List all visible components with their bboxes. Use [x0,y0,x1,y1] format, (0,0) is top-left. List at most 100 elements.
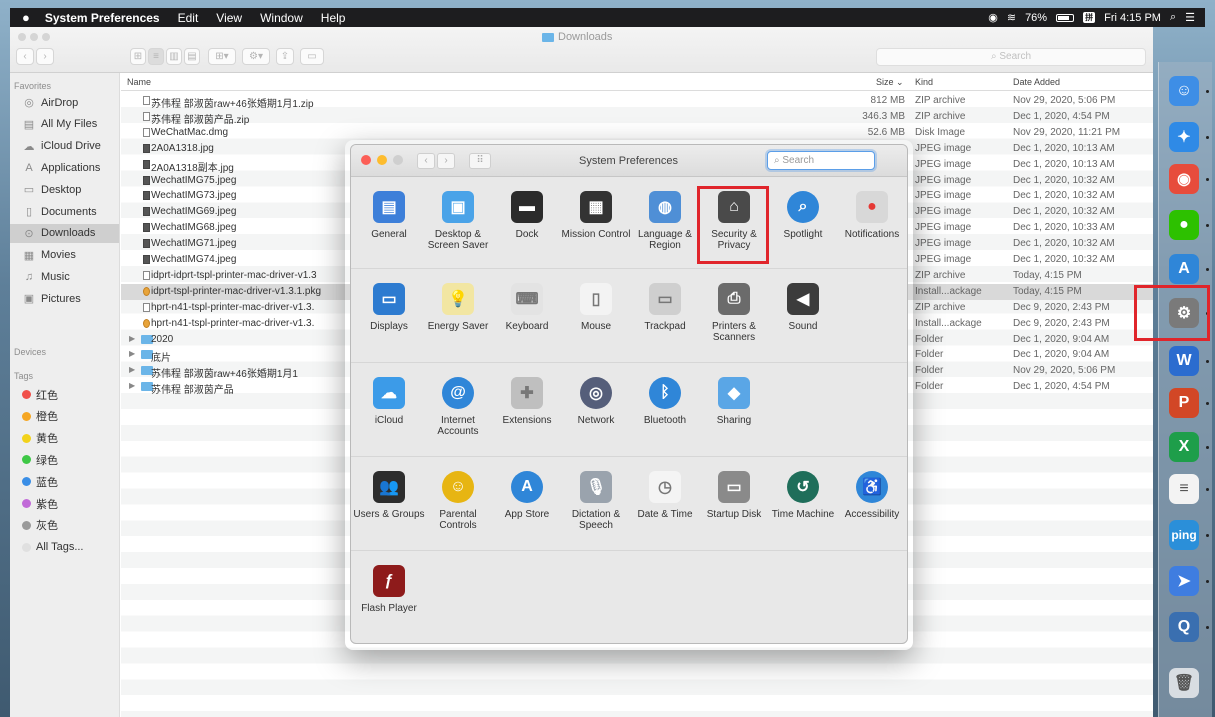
trash-dock-icon[interactable]: 🗑 [1169,668,1199,698]
battery-percent[interactable]: 76% [1025,12,1047,24]
sidebar-tag-item[interactable]: 黄色 [22,429,118,448]
disclosure-triangle-icon[interactable]: ▶ [129,365,135,374]
sidebar-item-desktop[interactable]: ▭ Desktop [22,180,118,199]
file-row[interactable]: WeChatMac.dmg 52.6 MB Disk Image Nov 29, 20… [121,125,1153,141]
menu-clock[interactable]: Fri 4:15 PM [1104,12,1161,24]
pref-pane-app-store[interactable]: A App Store [491,471,563,520]
menu-view[interactable]: View [207,11,251,25]
pref-pane-time-machine[interactable]: ↺ Time Machine [767,471,839,520]
pref-pane-parental-controls[interactable]: ☺ Parental Controls [422,471,494,531]
file-row[interactable]: 苏伟程 部淑茵raw+46张婚期1月1.zip 812 MB ZIP archive… [121,93,1153,110]
pref-pane-displays[interactable]: ▭ Displays [353,283,425,332]
show-all-button[interactable]: ⠿ [469,153,491,169]
pref-pane-flash-player[interactable]: ƒ Flash Player [353,565,425,614]
sidebar-item-all-my-files[interactable]: ▤ All My Files [22,115,118,134]
spotlight-menu-icon[interactable]: ⌕ [1170,11,1176,24]
pref-pane-language-region[interactable]: ◍ Language & Region [629,191,701,251]
column-view-button[interactable]: ▥ [166,48,182,65]
disclosure-triangle-icon[interactable]: ▶ [129,334,135,343]
wifi-icon[interactable]: ≋ [1007,11,1016,24]
share-button[interactable]: ⇪ [276,48,294,65]
back-button[interactable]: ‹ [16,48,34,65]
sidebar-item-documents[interactable]: ▯ Documents [22,202,118,221]
pref-pane-users-groups[interactable]: 👥 Users & Groups [353,471,425,520]
gallery-view-button[interactable]: ▤ [184,48,200,65]
icon-view-button[interactable]: ⊞ [130,48,146,65]
finder-dock-icon[interactable]: ☺ [1169,76,1199,106]
sidebar-item-movies[interactable]: ▦ Movies [22,246,118,265]
sidebar-tag-item[interactable]: 红色 [22,385,118,404]
finder-close-button[interactable] [18,33,26,41]
file-row[interactable]: 苏伟程 部淑茵产品.zip 346.3 MB ZIP archive Dec 1, 2… [121,109,1153,126]
wechat-dock-icon[interactable]: ● [1169,210,1199,240]
sp-zoom-button[interactable] [393,155,403,165]
pref-pane-extensions[interactable]: ✚ Extensions [491,377,563,426]
app-store-dock-icon[interactable]: A [1169,254,1199,284]
powerpoint-dock-icon[interactable]: P [1169,388,1199,418]
pref-pane-mouse[interactable]: ▯ Mouse [560,283,632,332]
finder-zoom-button[interactable] [42,33,50,41]
disclosure-triangle-icon[interactable]: ▶ [129,381,135,390]
word-dock-icon[interactable]: W [1169,346,1199,376]
pref-pane-printer[interactable]: ⎙ Printers & Scanners [698,283,770,343]
sidebar-item-icloud-drive[interactable]: ☁ iCloud Drive [22,137,118,156]
menu-app-name[interactable]: System Preferences [36,11,169,25]
column-kind[interactable]: Kind [915,77,933,87]
menu-window[interactable]: Window [251,11,312,25]
excel-dock-icon[interactable]: X [1169,432,1199,462]
pref-pane-mission-control[interactable]: ▦ Mission Control [560,191,632,240]
finder-search-field[interactable]: ⌕ Search [876,48,1146,66]
pref-pane-energy-saver[interactable]: 💡 Energy Saver [422,283,494,332]
input-method-icon[interactable]: 拼 [1083,12,1096,23]
pref-pane-general[interactable]: ▤ General [353,191,425,240]
sidebar-item-airdrop[interactable]: ◎ AirDrop [22,93,118,112]
sidebar-tag-item[interactable]: 蓝色 [22,472,118,491]
sidebar-item-pictures[interactable]: ▣ Pictures [22,289,118,308]
action-gear-button[interactable]: ⚙▾ [242,48,270,65]
sidebar-tag-item[interactable]: All Tags... [22,538,118,557]
disclosure-triangle-icon[interactable]: ▶ [129,349,135,358]
pref-pane-internet-accounts[interactable]: @ Internet Accounts [422,377,494,437]
column-size[interactable]: Size ⌄ [876,77,904,88]
pref-pane-keyboard[interactable]: ⌨ Keyboard [491,283,563,332]
sp-close-button[interactable] [361,155,371,165]
safari-dock-icon[interactable]: ✦ [1169,122,1199,152]
pref-pane-accessibility[interactable]: ♿ Accessibility [836,471,907,520]
control-center-icon[interactable]: ◉ [988,11,998,24]
pref-pane-icloud[interactable]: ☁ iCloud [353,377,425,426]
pref-pane-dock[interactable]: ▬ Dock [491,191,563,240]
pref-pane-trackpad[interactable]: ▭ Trackpad [629,283,701,332]
notes-dock-icon[interactable]: ≡ [1169,474,1199,504]
pref-pane-spotlight[interactable]: ⌕ Spotlight [767,191,839,240]
column-name[interactable]: Name [127,77,151,87]
sp-search-field[interactable]: ⌕ Search [767,151,875,170]
menu-help[interactable]: Help [312,11,355,25]
pref-pane-sharing[interactable]: ◆ Sharing [698,377,770,426]
sidebar-item-applications[interactable]: A Applications [22,158,118,177]
quicktime-dock-icon[interactable]: Q [1169,612,1199,642]
sp-forward-button[interactable]: › [437,153,455,169]
sp-minimize-button[interactable] [377,155,387,165]
sidebar-item-downloads[interactable]: ⊙ Downloads [10,223,119,243]
pref-pane-desktop-screensaver[interactable]: ▣ Desktop & Screen Saver [422,191,494,251]
sidebar-tag-item[interactable]: 绿色 [22,450,118,469]
pref-pane-startup-disk[interactable]: ▭ Startup Disk [698,471,770,520]
battery-icon[interactable] [1056,13,1075,22]
feishu-dock-icon[interactable]: ➤ [1169,566,1199,596]
forward-button[interactable]: › [36,48,54,65]
chrome-dock-icon[interactable]: ◉ [1169,164,1199,194]
sidebar-tag-item[interactable]: 灰色 [22,516,118,535]
menu-edit[interactable]: Edit [169,11,208,25]
pref-pane-bluetooth[interactable]: ᛒ Bluetooth [629,377,701,426]
sidebar-tag-item[interactable]: 紫色 [22,494,118,513]
pref-pane-network[interactable]: ◎ Network [560,377,632,426]
group-by-button[interactable]: ⊞▾ [208,48,236,65]
notification-center-icon[interactable]: ☰ [1185,11,1195,24]
sidebar-tag-item[interactable]: 橙色 [22,407,118,426]
pref-pane-notifications[interactable]: ● Notifications [836,191,907,240]
pref-pane-date-time[interactable]: ◷ Date & Time [629,471,701,520]
pref-pane-dictation[interactable]: 🎙 Dictation & Speech [560,471,632,531]
apple-menu-icon[interactable]: ● [10,10,36,25]
ping-dock-icon[interactable]: ping [1169,520,1199,550]
tags-button[interactable]: ▭ [300,48,324,65]
